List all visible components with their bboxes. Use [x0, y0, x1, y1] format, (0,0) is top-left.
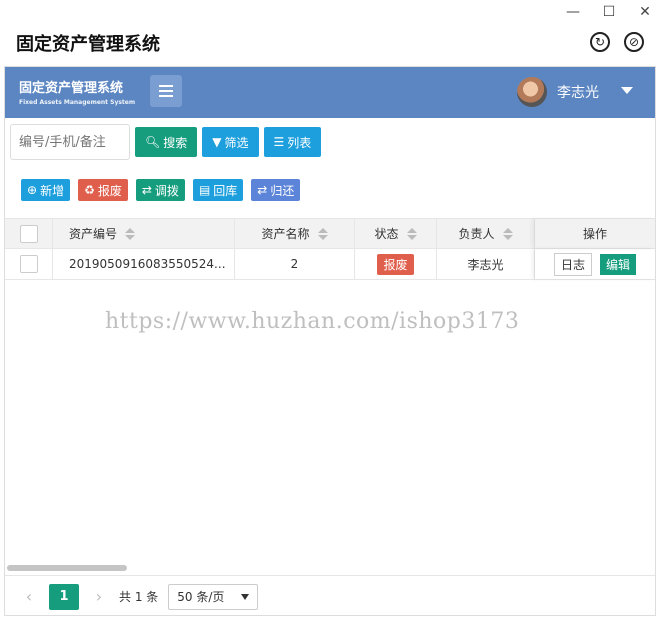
search-button[interactable]: 🔍︎ 搜索 [135, 127, 198, 157]
list-button[interactable]: ☰ 列表 [263, 127, 322, 157]
page-size-value: 50 条/页 [177, 590, 225, 604]
status-badge: 报废 [377, 253, 414, 275]
sort-icon[interactable] [406, 227, 417, 240]
header-status[interactable]: 状态 [355, 219, 437, 248]
maximize-icon[interactable]: ☐ [602, 4, 616, 20]
search-input[interactable] [10, 124, 130, 160]
window-controls: — ☐ ✕ [566, 4, 652, 20]
header-select-cell [5, 219, 53, 248]
chevron-down-icon[interactable] [621, 87, 633, 94]
cell-asset-name: 2 [235, 249, 355, 279]
title-toolbar: ↻ ⊘ [590, 32, 644, 52]
window-title: 固定资产管理系统 [16, 34, 160, 55]
transfer-button[interactable]: ⇄ 调拨 [135, 179, 185, 201]
cell-asset-no: 2019050916083550524... [53, 249, 235, 279]
header-ops: 操作 [535, 219, 655, 248]
list-icon: ☰ [273, 135, 285, 149]
page-size-select[interactable]: 50 条/页 [168, 583, 259, 610]
brand-logo: 固定资产管理系统 Fixed Assets Management System [19, 77, 135, 106]
header-asset-no-label: 资产编号 [69, 227, 118, 241]
search-button-label: 搜索 [163, 135, 188, 150]
header-status-label: 状态 [374, 227, 399, 241]
sort-icon[interactable] [502, 227, 513, 240]
horizontal-scrollbar[interactable] [7, 565, 127, 571]
sort-icon[interactable] [317, 227, 328, 240]
watermark-text: https://www.huzhan.com/ishop3173 [105, 309, 520, 334]
header-ops-label: 操作 [582, 227, 607, 241]
scrap-button[interactable]: ♻ 报废 [78, 179, 128, 201]
cell-ops: 日志 编辑 [535, 249, 655, 279]
table-row[interactable]: 2019050916083550524... 2 报废 李志光 日志 编辑 [5, 249, 655, 280]
compass-icon[interactable]: ⊘ [624, 32, 644, 52]
table-header: 资产编号 资产名称 状态 负责人 操作 [5, 218, 655, 249]
chevron-left-icon[interactable]: ‹ [19, 587, 39, 606]
brand-title: 固定资产管理系统 [19, 81, 124, 96]
give-back-button-label: 归还 [270, 183, 295, 198]
add-button-label: 新增 [40, 183, 65, 198]
sort-icon[interactable] [125, 227, 136, 240]
page-number-current[interactable]: 1 [49, 583, 79, 610]
filter-icon: ▼ [212, 135, 222, 149]
retweet-icon: ⇄ [141, 183, 152, 197]
list-icon [159, 82, 173, 100]
edit-button[interactable]: 编辑 [600, 253, 637, 275]
row-select-cell [5, 249, 53, 279]
header-owner[interactable]: 负责人 [437, 219, 535, 248]
asset-table: 资产编号 资产名称 状态 负责人 操作 2019050916083550524.… [5, 218, 655, 280]
scrap-button-label: 报废 [97, 183, 122, 198]
avatar[interactable] [517, 77, 547, 107]
chevron-right-icon[interactable]: › [89, 587, 109, 606]
caret-down-icon [241, 593, 250, 600]
total-count: 共 1 条 [119, 590, 159, 604]
menu-toggle-button[interactable] [150, 75, 182, 107]
app-frame: 固定资产管理系统 Fixed Assets Management System … [4, 66, 656, 616]
add-button[interactable]: ⊕ 新增 [21, 179, 71, 201]
return-storage-button-label: 回库 [213, 183, 238, 198]
pagination: ‹ 1 › 共 1 条 50 条/页 [5, 575, 655, 617]
minimize-icon[interactable]: — [566, 4, 580, 20]
log-button[interactable]: 日志 [553, 252, 592, 276]
header-asset-name-label: 资产名称 [261, 227, 310, 241]
recycle-icon: ♻ [84, 183, 95, 197]
close-icon[interactable]: ✕ [638, 4, 652, 20]
filter-button[interactable]: ▼ 筛选 [202, 127, 259, 157]
retweet-icon: ⇄ [257, 183, 268, 197]
search-bar: 🔍︎ 搜索 ▼ 筛选 ☰ 列表 [10, 124, 322, 160]
header-asset-no[interactable]: 资产编号 [53, 219, 235, 248]
transfer-button-label: 调拨 [154, 183, 179, 198]
top-navbar: 固定资产管理系统 Fixed Assets Management System … [5, 67, 655, 118]
plus-circle-icon: ⊕ [27, 183, 38, 197]
list-button-label: 列表 [287, 135, 312, 150]
cell-status: 报废 [355, 249, 437, 279]
return-storage-button[interactable]: ▤ 回库 [192, 179, 244, 201]
cell-owner: 李志光 [437, 249, 535, 279]
brand-subtitle: Fixed Assets Management System [19, 99, 136, 106]
header-owner-label: 负责人 [458, 227, 495, 241]
refresh-icon[interactable]: ↻ [590, 32, 610, 52]
action-toolbar: ⊕ 新增 ♻ 报废 ⇄ 调拨 ▤ 回库 ⇄ 归还 [21, 179, 301, 201]
select-all-checkbox[interactable] [19, 224, 38, 243]
user-name[interactable]: 李志光 [557, 82, 599, 102]
document-icon: ▤ [198, 183, 211, 197]
search-icon: 🔍︎ [145, 135, 161, 149]
row-checkbox[interactable] [19, 255, 38, 273]
give-back-button[interactable]: ⇄ 归还 [251, 179, 301, 201]
filter-button-label: 筛选 [224, 135, 249, 150]
header-asset-name[interactable]: 资产名称 [235, 219, 355, 248]
